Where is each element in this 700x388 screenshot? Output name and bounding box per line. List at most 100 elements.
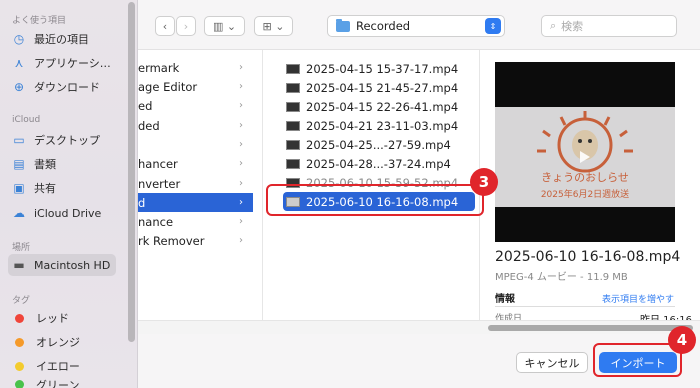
list-item[interactable]: ›	[138, 135, 253, 154]
video-thumbnail-icon	[286, 158, 300, 169]
sidebar-item-documents[interactable]: ▤ 書類	[10, 153, 120, 175]
document-icon: ▤	[13, 157, 25, 171]
browser-column-1: ermark › age Editor › ed › ded › › hancer › n…	[138, 50, 263, 371]
chevron-right-icon: ›	[239, 178, 243, 189]
file-name: 2025-04-28...-37-24.mp4	[306, 156, 451, 171]
chevron-right-icon: ›	[239, 100, 243, 111]
locations-heading: 場所	[12, 243, 31, 253]
show-more-link[interactable]: 表示項目を増やす	[602, 292, 674, 305]
step-badge-4: 4	[668, 326, 696, 354]
tag-color-dot	[15, 313, 24, 323]
sidebar-item-applications[interactable]: ⋏ アプリケーシ…	[10, 52, 120, 74]
list-item-label: rk Remover	[138, 233, 205, 248]
view-mode-button[interactable]: ▥ ⌄	[204, 16, 245, 36]
sidebar-item-label: グリーン	[36, 379, 80, 388]
file-row[interactable]: 2025-04-15 22-26-41.mp4	[276, 97, 474, 116]
file-row[interactable]: 2025-04-25...-27-59.mp4	[276, 135, 474, 154]
video-frame: きょうのおしらせ 2025年6月2日週放送	[495, 107, 675, 207]
chevron-right-icon: ›	[239, 62, 243, 73]
chevron-right-icon: ›	[239, 158, 243, 169]
path-popup[interactable]: Recorded ⇕	[327, 15, 505, 37]
group-button[interactable]: ⊞ ⌄	[254, 16, 293, 36]
horizontal-scrollbar[interactable]	[138, 320, 700, 334]
sidebar-item-label: Macintosh HD	[34, 258, 111, 272]
sidebar-item-label: 書類	[34, 158, 56, 171]
sidebar-tag-green[interactable]: グリーン	[10, 377, 120, 388]
preview-title: 2025-06-10 16-16-08.mp4	[495, 249, 681, 265]
column-view-icon: ▥ ⌄	[212, 19, 237, 33]
logo-wordmark: きょうのおしらせ	[541, 171, 629, 184]
sidebar-tag-red[interactable]: レッド	[10, 307, 120, 329]
chevron-left-icon: ‹	[162, 19, 168, 33]
sidebar-scrollbar[interactable]	[128, 2, 135, 342]
preview-subtitle: MPEG-4 ムービー - 11.9 MB	[495, 272, 628, 283]
sidebar: よく使う項目 ◷ 最近の項目 ⋏ アプリケーシ… ⊕ ダウンロード iCloud…	[0, 0, 138, 388]
highlight-box-selected-file	[266, 184, 484, 216]
favorites-heading: よく使う項目	[12, 16, 67, 26]
sidebar-item-label: イエロー	[36, 360, 80, 373]
file-name: 2025-04-15 21-45-27.mp4	[306, 80, 459, 95]
sidebar-item-label: オレンジ	[36, 336, 80, 349]
file-row[interactable]: 2025-04-21 23-11-03.mp4	[276, 116, 474, 135]
chevron-right-icon: ›	[239, 120, 243, 131]
apps-icon: ⋏	[14, 56, 24, 70]
list-item[interactable]: nverter ›	[138, 174, 253, 193]
chevron-right-icon: ›	[239, 81, 243, 92]
sidebar-tag-orange[interactable]: オレンジ	[10, 331, 120, 353]
folder-icon	[336, 18, 350, 32]
forward-button[interactable]: ›	[176, 16, 196, 36]
preview-pane: きょうのおしらせ 2025年6月2日週放送 2025-06-10 16-16-0…	[486, 50, 700, 326]
list-item-label: nance	[138, 214, 174, 229]
file-name: 2025-04-15 22-26-41.mp4	[306, 99, 459, 114]
list-item-label: hancer	[138, 156, 178, 171]
divider	[495, 306, 675, 307]
sidebar-item-downloads[interactable]: ⊕ ダウンロード	[10, 76, 120, 98]
tag-color-dot	[15, 380, 24, 388]
video-thumbnail-icon	[286, 139, 300, 150]
sidebar-item-recents[interactable]: ◷ 最近の項目	[10, 28, 120, 50]
list-item-label: age Editor	[138, 79, 198, 94]
cloud-icon: ☁	[13, 206, 25, 220]
sidebar-item-icloud-drive[interactable]: ☁ iCloud Drive	[10, 202, 120, 224]
search-icon: ⌕	[550, 19, 557, 32]
list-item[interactable]: ermark ›	[138, 58, 253, 77]
step-badge-3: 3	[470, 168, 498, 196]
sidebar-item-label: 最近の項目	[34, 33, 89, 46]
list-item[interactable]: ded ›	[138, 116, 253, 135]
file-row[interactable]: 2025-04-15 15-37-17.mp4	[276, 59, 474, 78]
video-thumbnail-icon	[286, 82, 300, 93]
list-item-label: nverter	[138, 176, 181, 191]
tags-heading: タグ	[12, 296, 31, 306]
search-input[interactable]: ⌕ 検索	[541, 15, 677, 37]
list-item-selected[interactable]: d ›	[138, 193, 253, 212]
list-item[interactable]: nance ›	[138, 212, 253, 231]
sidebar-item-desktop[interactable]: ▭ デスクトップ	[10, 129, 120, 151]
cancel-button[interactable]: キャンセル	[516, 352, 588, 373]
back-button[interactable]: ‹	[155, 16, 175, 36]
video-thumbnail-icon	[286, 63, 300, 74]
sidebar-item-macintosh-hd[interactable]: ▬ Macintosh HD	[8, 254, 116, 276]
chevron-right-icon: ›	[239, 197, 243, 208]
path-label: Recorded	[356, 19, 411, 33]
file-row[interactable]: 2025-04-28...-37-24.mp4	[276, 154, 474, 173]
toolbar: ‹ › ▥ ⌄ ⊞ ⌄ Recorded ⇕ ⌕ 検索	[138, 0, 700, 50]
sidebar-item-shared[interactable]: ▣ 共有	[10, 177, 120, 199]
chevron-right-icon: ›	[239, 139, 243, 150]
icloud-heading: iCloud	[12, 115, 41, 125]
list-item[interactable]: hancer ›	[138, 154, 253, 173]
shared-folder-icon: ▣	[13, 181, 25, 195]
list-item-label: d	[138, 195, 146, 210]
list-item[interactable]: rk Remover ›	[138, 231, 253, 250]
scrollbar-thumb[interactable]	[488, 325, 693, 331]
file-row[interactable]: 2025-04-15 21-45-27.mp4	[276, 78, 474, 97]
list-item[interactable]: age Editor ›	[138, 77, 253, 96]
video-thumbnail-icon	[286, 101, 300, 112]
list-item[interactable]: ed ›	[138, 96, 253, 115]
list-item-label: ed	[138, 98, 153, 113]
sidebar-item-label: 共有	[34, 182, 56, 195]
clock-icon: ◷	[13, 32, 25, 46]
sidebar-item-label: iCloud Drive	[34, 206, 102, 220]
tag-color-dot	[15, 337, 24, 347]
video-preview[interactable]: きょうのおしらせ 2025年6月2日週放送	[495, 62, 675, 242]
sidebar-tag-yellow[interactable]: イエロー	[10, 355, 120, 377]
